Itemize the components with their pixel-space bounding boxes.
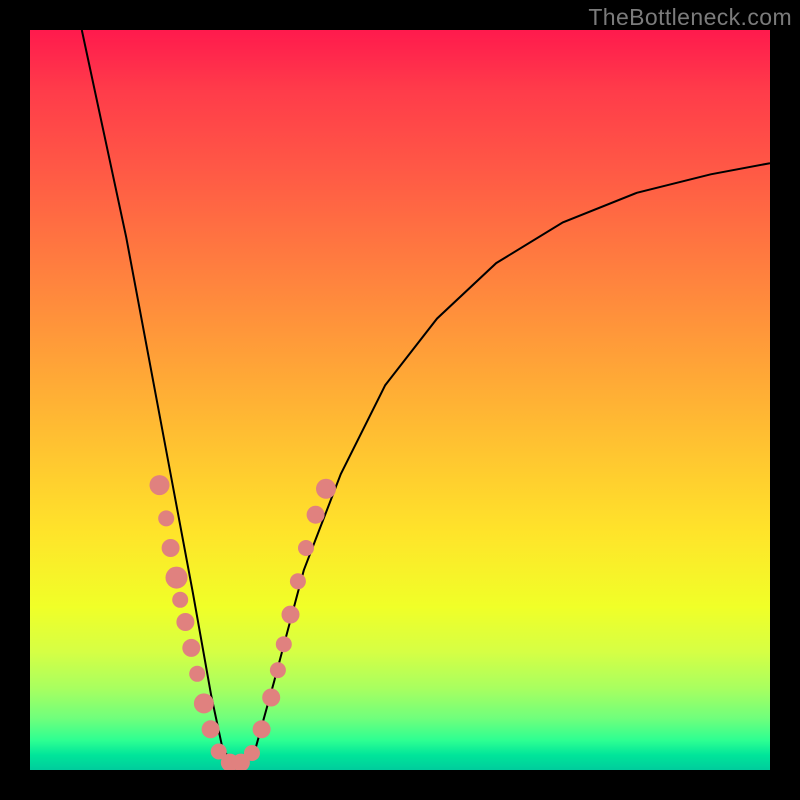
scatter-point (307, 506, 325, 524)
scatter-point (253, 720, 271, 738)
scatter-point (150, 475, 170, 495)
scatter-point (202, 720, 220, 738)
curve-layer (30, 30, 770, 770)
scatter-point (182, 639, 200, 657)
scatter-point (262, 689, 280, 707)
v-curve (82, 30, 770, 766)
scatter-point (282, 606, 300, 624)
scatter-point (244, 745, 260, 761)
scatter-point (189, 666, 205, 682)
scatter-points (150, 475, 337, 770)
chart-plot-area (30, 30, 770, 770)
scatter-point (290, 573, 306, 589)
watermark-text: TheBottleneck.com (588, 4, 792, 31)
scatter-point (166, 567, 188, 589)
scatter-point (194, 693, 214, 713)
scatter-point (316, 479, 336, 499)
scatter-point (158, 510, 174, 526)
scatter-point (176, 613, 194, 631)
scatter-point (276, 636, 292, 652)
scatter-point (298, 540, 314, 556)
scatter-point (270, 662, 286, 678)
scatter-point (172, 592, 188, 608)
scatter-point (162, 539, 180, 557)
